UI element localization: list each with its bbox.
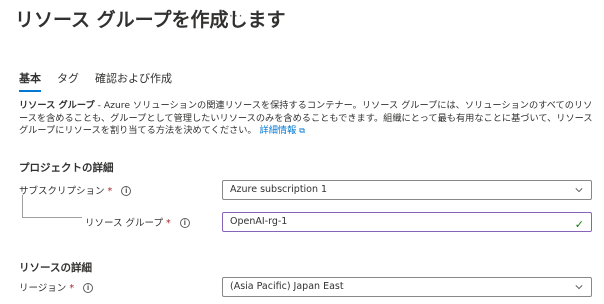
- subscription-label: サブスクリプション * i: [19, 183, 132, 197]
- required-marker: *: [107, 186, 113, 197]
- required-marker: *: [69, 283, 75, 294]
- description-title: リソース グループ: [19, 100, 95, 111]
- resource-group-label: リソース グループ * i: [85, 215, 190, 229]
- chevron-down-icon: [575, 188, 583, 193]
- required-marker: *: [166, 218, 171, 229]
- tab-basics[interactable]: 基本: [19, 70, 41, 92]
- tab-tags[interactable]: タグ: [57, 70, 79, 92]
- subscription-value: Azure subscription 1: [230, 184, 328, 195]
- description-text: - Azure ソリューションの関連リソースを保持するコンテナー。リソース グル…: [19, 100, 593, 136]
- page-title: リソース グループを作成します: [15, 9, 286, 31]
- description: リソース グループ - Azure ソリューションの関連リソースを保持するコンテ…: [19, 100, 597, 138]
- resource-group-label-text: リソース グループ: [85, 218, 163, 229]
- subscription-dropdown[interactable]: Azure subscription 1: [222, 180, 592, 200]
- chevron-down-icon: [575, 285, 583, 290]
- tree-connector-vertical: [22, 195, 23, 217]
- more-options-icon[interactable]: ···: [229, 9, 243, 23]
- info-icon[interactable]: i: [83, 283, 94, 293]
- region-label: リージョン * i: [19, 280, 94, 294]
- learn-more-link[interactable]: 詳細情報: [260, 125, 297, 136]
- project-details-heading: プロジェクトの詳細: [19, 162, 114, 174]
- subscription-label-text: サブスクリプション: [19, 186, 105, 197]
- resource-group-value: OpenAI-rg-1: [230, 216, 288, 227]
- info-icon[interactable]: i: [179, 218, 190, 228]
- region-label-text: リージョン: [19, 283, 67, 294]
- tab-bar: 基本 タグ 確認および作成: [19, 70, 172, 92]
- resource-details-heading: リソースの詳細: [19, 262, 92, 274]
- external-link-icon: ⧉: [299, 126, 305, 135]
- checkmark-icon: ✓: [574, 218, 584, 231]
- region-dropdown[interactable]: (Asia Pacific) Japan East: [222, 277, 592, 297]
- tab-review-create[interactable]: 確認および作成: [95, 70, 172, 92]
- resource-group-input[interactable]: OpenAI-rg-1 ✓: [222, 212, 592, 232]
- info-icon[interactable]: i: [121, 186, 132, 196]
- region-value: (Asia Pacific) Japan East: [230, 281, 344, 292]
- tree-connector-horizontal: [22, 217, 82, 218]
